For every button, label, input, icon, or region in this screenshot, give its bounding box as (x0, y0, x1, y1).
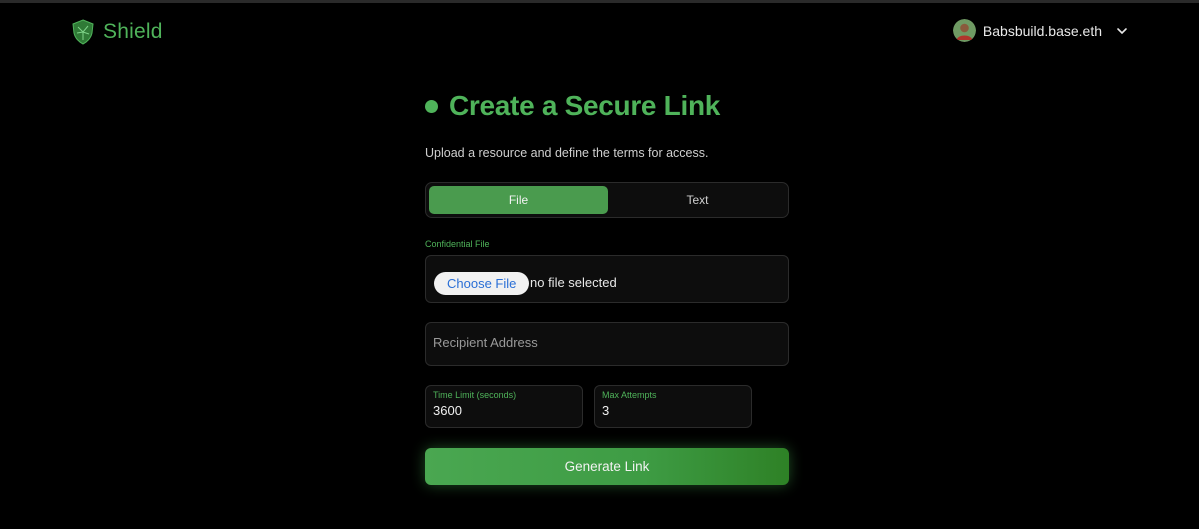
page-subtitle: Upload a resource and define the terms f… (425, 146, 709, 160)
page-title: Create a Secure Link (449, 90, 721, 121)
brand-logo[interactable]: Shield (71, 19, 163, 45)
recipient-address-input[interactable] (433, 335, 773, 350)
choose-file-button[interactable]: Choose File (434, 272, 530, 295)
max-attempts-input[interactable] (602, 403, 742, 418)
app-header: Shield Babsbuild.base.eth (0, 3, 1199, 61)
tab-file[interactable]: File (429, 186, 608, 214)
confidential-file-label: Confidential File (425, 239, 490, 249)
avatar (952, 19, 976, 42)
user-menu[interactable]: Babsbuild.base.eth (952, 19, 1129, 42)
page-title-row: Create a Secure Link (425, 90, 825, 122)
shield-icon (71, 19, 95, 45)
chevron-down-icon[interactable] (1109, 24, 1129, 38)
status-dot (425, 99, 438, 113)
max-attempts-label: Max Attempts (602, 390, 657, 400)
tab-text[interactable]: Text (608, 186, 787, 214)
max-attempts-field[interactable]: Max Attempts (594, 385, 752, 428)
time-limit-label: Time Limit (seconds) (433, 390, 517, 400)
generate-link-button[interactable]: Generate Link (425, 448, 789, 485)
file-status: no file selected (530, 275, 617, 290)
recipient-address-field[interactable] (425, 322, 789, 366)
resource-type-toggle: File Text (425, 182, 789, 218)
user-name: Babsbuild.base.eth (982, 22, 1102, 39)
time-limit-field[interactable]: Time Limit (seconds) (425, 385, 583, 428)
file-input[interactable]: Choose File no file selected (425, 255, 789, 303)
brand-name: Shield (103, 20, 163, 43)
time-limit-input[interactable] (433, 403, 573, 418)
